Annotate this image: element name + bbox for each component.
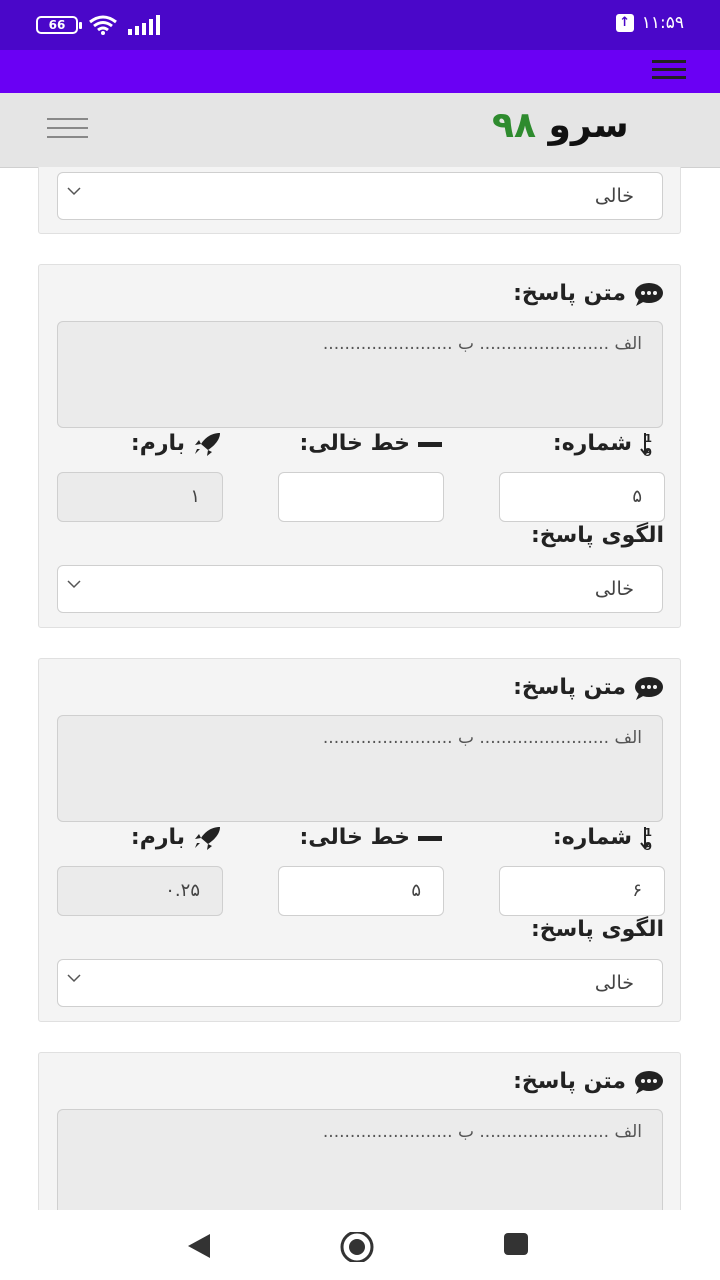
score-label: بارم:: [131, 431, 221, 456]
score-value: ۰.۲۵: [165, 880, 200, 901]
answer-text: الف ........................ ب .........…: [322, 1122, 642, 1142]
sort-numeric-icon: 19: [640, 432, 652, 457]
comment-icon: [635, 283, 663, 306]
number-input[interactable]: ۵: [499, 472, 665, 522]
number-input[interactable]: ۶: [499, 866, 665, 916]
hamburger-icon[interactable]: [652, 60, 686, 82]
number-label: 1 9 شماره:: [553, 431, 664, 457]
rocket-icon: [195, 433, 220, 456]
minus-icon: [418, 442, 442, 447]
answer-card: متن پاسخ: الف ........................ ب…: [38, 264, 681, 628]
status-bar: 66 ↑ ۱۱:۵۹: [0, 0, 720, 50]
blank-line-input[interactable]: [278, 472, 444, 522]
chevron-down-icon: [67, 974, 81, 983]
battery-icon: 66: [36, 16, 82, 34]
recents-icon[interactable]: [503, 1232, 529, 1258]
content: خالی متن پاسخ: الف .....................…: [0, 167, 720, 1210]
logo: سرو ۹۸: [484, 105, 629, 146]
blank-line-label: خط خالی:: [299, 431, 442, 456]
minus-icon: [418, 836, 442, 841]
wifi-icon: [89, 15, 117, 35]
score-input[interactable]: ۱: [57, 472, 223, 522]
answer-textarea[interactable]: الف ........................ ب .........…: [57, 321, 663, 428]
select-value: خالی: [594, 578, 634, 600]
back-icon[interactable]: [186, 1232, 214, 1260]
sort-numeric-icon: 19: [640, 826, 652, 851]
chevron-down-icon: [67, 580, 81, 589]
answer-pattern-select[interactable]: خالی: [57, 959, 663, 1007]
score-label: بارم:: [131, 825, 221, 850]
pattern-label: الگوی پاسخ:: [530, 523, 664, 548]
home-icon[interactable]: [339, 1232, 375, 1262]
number-value: ۶: [632, 880, 642, 901]
answer-pattern-select[interactable]: خالی: [57, 565, 663, 613]
hamburger-icon[interactable]: [47, 118, 88, 140]
select-value: خالی: [594, 185, 634, 207]
header: سرو ۹۸: [0, 93, 720, 168]
rocket-icon: [195, 827, 220, 850]
pattern-label: الگوی پاسخ:: [530, 917, 664, 942]
blank-line-label: خط خالی:: [299, 825, 442, 850]
answer-pattern-select[interactable]: خالی: [57, 172, 663, 220]
upload-icon: ↑: [615, 14, 634, 32]
answer-text: الف ........................ ب .........…: [322, 334, 642, 354]
status-right: ↑ ۱۱:۵۹: [615, 13, 684, 33]
answer-card: متن پاسخ: الف ........................ ب…: [38, 1052, 681, 1210]
answer-textarea[interactable]: الف ........................ ب .........…: [57, 715, 663, 822]
answer-text-label: متن پاسخ:: [513, 675, 664, 700]
clock: ۱۱:۵۹: [641, 13, 684, 33]
blank-line-input[interactable]: ۵: [278, 866, 444, 916]
answer-text: الف ........................ ب .........…: [322, 728, 642, 748]
number-label: 1 9 شماره:: [553, 825, 664, 851]
blank-line-value: ۵: [411, 880, 421, 901]
card-partial: خالی: [38, 167, 681, 234]
nav-bar: [0, 50, 720, 93]
chevron-down-icon: [67, 187, 81, 196]
signal-icon: [128, 15, 160, 35]
score-value: ۱: [190, 486, 200, 507]
score-input[interactable]: ۰.۲۵: [57, 866, 223, 916]
answer-textarea[interactable]: الف ........................ ب .........…: [57, 1109, 663, 1210]
logo-number: ۹۸: [492, 105, 536, 146]
comment-icon: [635, 1071, 663, 1094]
status-left: 66: [36, 14, 162, 36]
answer-text-label: متن پاسخ:: [513, 281, 664, 306]
answer-text-label: متن پاسخ:: [513, 1069, 664, 1094]
number-value: ۵: [632, 486, 642, 507]
comment-icon: [635, 677, 663, 700]
logo-word: سرو: [548, 105, 629, 146]
system-nav-bar: [0, 1210, 720, 1280]
select-value: خالی: [594, 972, 634, 994]
battery-level: 66: [48, 18, 66, 32]
answer-card: متن پاسخ: الف ........................ ب…: [38, 658, 681, 1022]
